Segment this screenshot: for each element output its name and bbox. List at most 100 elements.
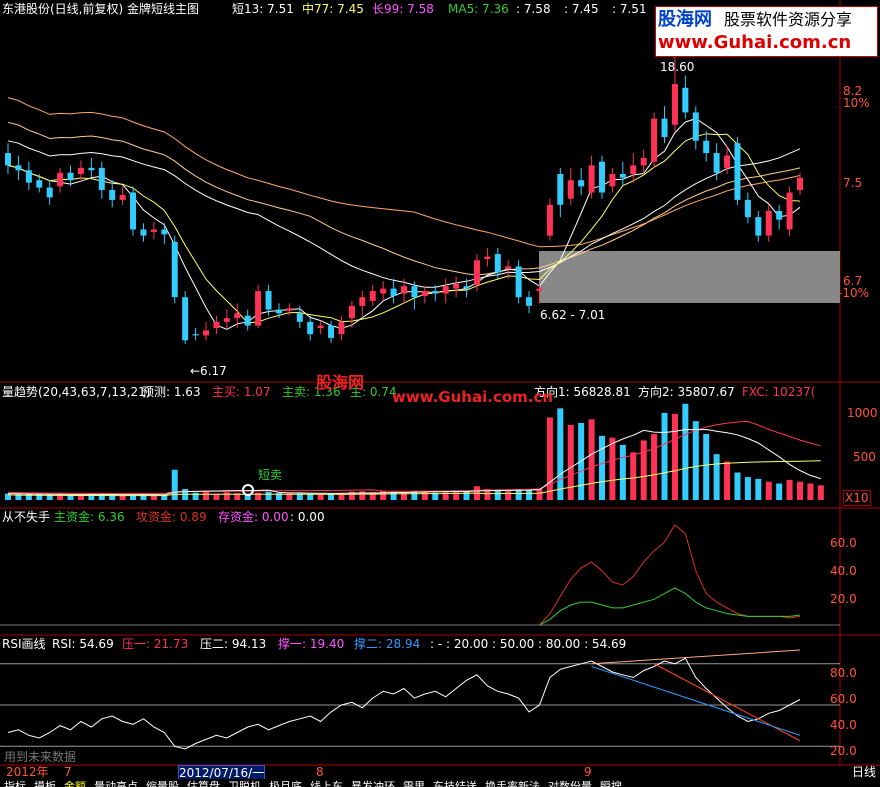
month-8: 8 xyxy=(316,765,324,779)
future-data-note: 用到未来数据 xyxy=(4,750,77,764)
period-label[interactable]: 日线 xyxy=(852,765,876,779)
chart-title: 东港股份(日线,前复权) 金牌短线主图 xyxy=(2,2,199,16)
indicator-tab[interactable]: 需里 xyxy=(399,781,429,787)
indicator-tab[interactable]: 线上车 xyxy=(306,781,347,787)
fund-axis-20: 20.0 xyxy=(830,592,857,606)
volume-bar xyxy=(463,490,470,500)
candle-body xyxy=(713,153,720,173)
volume-bar xyxy=(682,403,689,500)
indicator-tab[interactable]: 缩量股 xyxy=(142,781,183,787)
mid-watermark-url: www.Guhai.com.cn xyxy=(392,388,554,406)
long-ma-line xyxy=(7,97,801,248)
candle-body xyxy=(88,167,95,171)
volume-trend-line xyxy=(7,428,821,496)
indicator-tab[interactable]: 极月底 xyxy=(265,781,306,787)
indicator-tab[interactable]: 指标 xyxy=(0,781,30,787)
volume-bar xyxy=(703,434,710,500)
indicator-tab[interactable]: 东技结送 xyxy=(429,781,481,787)
date-bar: 2012年 7 2012/07/16/一 8 9 日线 xyxy=(0,765,880,781)
candle-body xyxy=(453,283,460,289)
candle-body xyxy=(494,254,501,273)
volume-bar xyxy=(630,452,637,500)
candle-body xyxy=(67,172,74,181)
indicator-tab[interactable]: 对数份量 xyxy=(544,781,596,787)
candle-body xyxy=(109,190,116,200)
volume-bar xyxy=(734,472,741,500)
candle-body xyxy=(171,241,178,298)
volume-bar xyxy=(599,435,605,500)
indicator-tab[interactable]: 换手率新法 xyxy=(481,781,544,787)
indicator-tab[interactable]: 瞬搜 xyxy=(596,781,626,787)
volume-bar xyxy=(671,413,678,500)
candle-body xyxy=(223,318,230,322)
volume-bar xyxy=(255,492,262,500)
candle-body xyxy=(536,288,543,292)
volume-bar xyxy=(192,492,199,500)
candle-body xyxy=(265,291,272,310)
rsi-axis-40: 40.0 xyxy=(830,718,857,732)
candle-body xyxy=(599,161,605,193)
support1-label: 撑一: 19.40 xyxy=(278,637,345,651)
candle-body xyxy=(390,288,397,296)
indicator-tab[interactable]: 摸板 xyxy=(30,781,60,787)
main-fund-label: 主资金: 6.36 xyxy=(54,510,125,524)
attack-fund-line xyxy=(8,524,801,626)
candle-body xyxy=(25,170,32,183)
candle-body xyxy=(724,155,731,168)
candle-body xyxy=(286,308,293,311)
volume-bar xyxy=(557,408,564,500)
candle-body xyxy=(338,321,345,335)
candle-body xyxy=(463,286,470,289)
candle-body xyxy=(744,199,751,218)
logo-url: www.Guhai.com.cn xyxy=(658,32,852,53)
attack-fund-label: 攻资金: 0.89 xyxy=(136,510,207,524)
candle-body xyxy=(765,210,772,236)
candle-body xyxy=(692,112,699,141)
candle-body xyxy=(776,210,783,220)
candle-body xyxy=(671,84,678,125)
candle-body xyxy=(192,334,199,336)
candle-body xyxy=(473,260,480,285)
indicator-tab[interactable]: 暴发冲环 xyxy=(347,781,399,787)
indicator-tab[interactable]: 量动高点 xyxy=(90,781,142,787)
candle-body xyxy=(328,325,335,338)
candle-body xyxy=(119,194,126,200)
candle-body xyxy=(348,305,355,319)
volume-bar xyxy=(588,419,595,500)
candle-body xyxy=(36,180,43,188)
indicator-tab[interactable]: 估算盘 xyxy=(183,781,224,787)
volume-bar xyxy=(328,494,335,500)
candle-body xyxy=(557,174,564,205)
volume-bar xyxy=(171,469,178,500)
indicator-tab[interactable]: 卫脱机 xyxy=(224,781,265,787)
volume-bar xyxy=(692,421,699,500)
main-buy-label: 主买: 1.07 xyxy=(212,385,271,399)
axis-minus10pct: -10% xyxy=(838,286,870,300)
indicator-tab[interactable]: 金额 xyxy=(60,781,90,787)
mid-watermark-cn: 股海网 xyxy=(316,373,365,392)
range-annotation: 6.62 - 7.01 xyxy=(540,308,606,322)
volume-bar xyxy=(713,454,720,500)
year-label: 2012年 xyxy=(6,765,49,779)
rsi-line xyxy=(7,657,801,750)
candle-body xyxy=(786,192,793,230)
volume-bar xyxy=(317,494,324,500)
candle-body xyxy=(98,167,105,191)
volume-bar xyxy=(640,440,647,500)
direction2-label: 方向2: 35807.67 xyxy=(638,385,735,399)
fund-axis-40: 40.0 xyxy=(830,564,857,578)
candle-body xyxy=(797,177,803,191)
rsi-press-line xyxy=(653,663,801,742)
fund-panel-title: 从不失手 xyxy=(2,510,51,524)
fxc-label: FXC: 10237( xyxy=(742,385,816,399)
volume-bar xyxy=(526,489,533,500)
candle-body xyxy=(15,165,22,171)
volume-bar xyxy=(223,492,230,500)
candle-body xyxy=(651,118,658,162)
vol-axis-500: 500 xyxy=(853,450,876,464)
volume-bar xyxy=(776,483,783,500)
candle-body xyxy=(578,180,585,187)
candle-body xyxy=(432,291,439,294)
indicator-tab-bar[interactable]: 指标 摸板 金额 量动高点 缩量股 估算盘 卫脱机 极月底 线上车 暴发冲环 需里 东技结送 换手率新法… xyxy=(0,779,880,787)
candle-body xyxy=(442,286,449,294)
